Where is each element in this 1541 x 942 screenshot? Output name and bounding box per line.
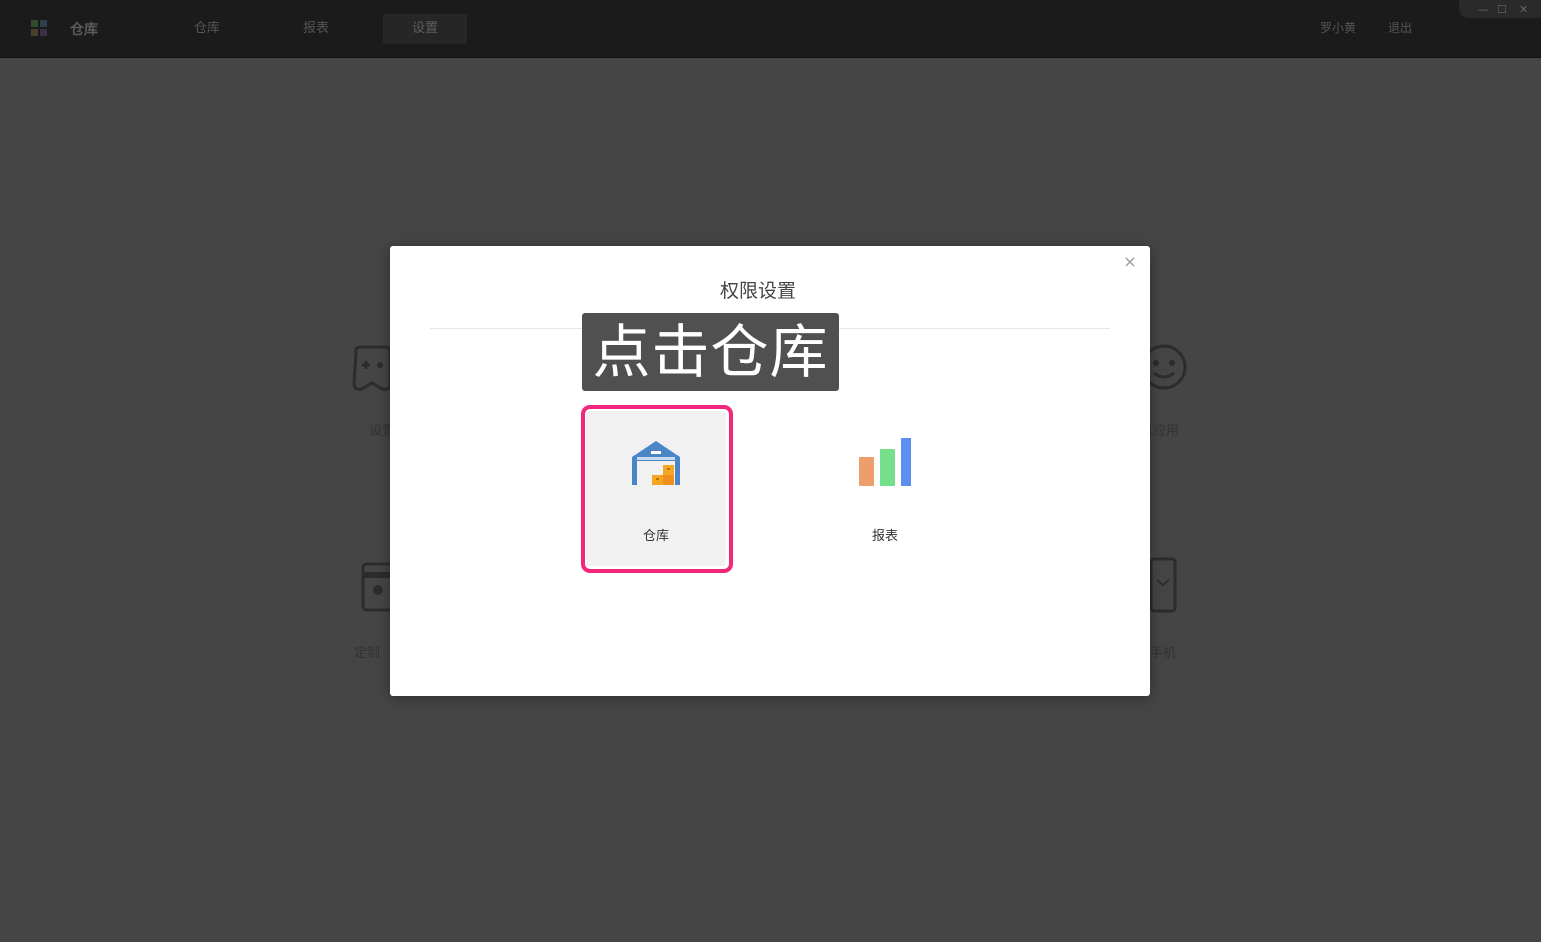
close-window-icon[interactable]: ✕ — [1519, 3, 1528, 16]
maximize-icon[interactable]: ☐ — [1497, 3, 1507, 16]
warehouse-tile[interactable]: 仓库 — [586, 411, 726, 566]
logout-link[interactable]: 退出 — [1388, 19, 1412, 36]
top-bar: 仓库 仓库 报表 设置 罗小黄 退出 — ☐ ✕ — [0, 0, 1541, 58]
bg-tile-label: 手机 — [1150, 646, 1177, 661]
nav-tab-settings[interactable]: 设置 — [383, 14, 467, 44]
warehouse-icon — [632, 441, 680, 485]
app-logo-icon — [31, 20, 47, 36]
dialog-title: 权限设置 — [719, 280, 796, 302]
tutorial-callout: 点击仓库 — [582, 313, 839, 391]
user-name[interactable]: 罗小黄 — [1320, 19, 1356, 36]
mobile-phone-icon — [1149, 557, 1177, 613]
close-icon[interactable]: × — [1122, 254, 1138, 270]
app-title: 仓库 — [70, 22, 98, 38]
nav-tab-warehouse[interactable]: 仓库 — [165, 14, 249, 44]
nav-tab-report[interactable]: 报表 — [274, 14, 358, 44]
bar-chart-icon — [859, 438, 911, 486]
gamepad-icon — [352, 345, 392, 391]
bg-tile-label: 定制 — [354, 646, 381, 661]
warehouse-tile-label: 仓库 — [642, 529, 669, 544]
report-tile-label: 报表 — [871, 529, 898, 544]
minimize-icon[interactable]: — — [1478, 3, 1489, 16]
report-tile[interactable]: 报表 — [815, 411, 955, 566]
